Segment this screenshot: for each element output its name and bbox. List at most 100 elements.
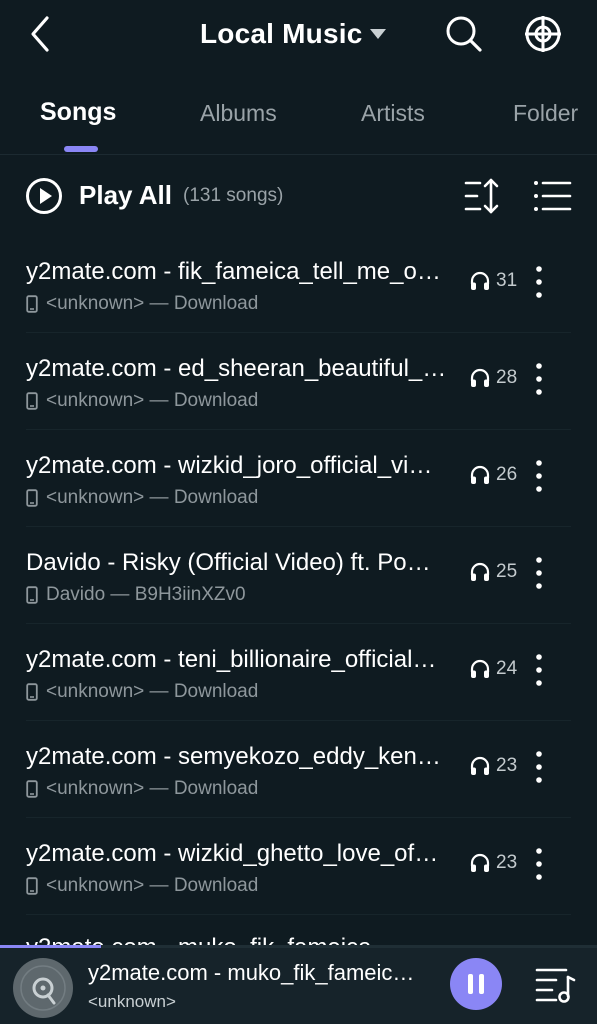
more-vertical-icon[interactable]	[526, 359, 552, 399]
song-row[interactable]: y2mate.com - ed_sheeran_beautiful_… <unk…	[0, 333, 597, 430]
song-row[interactable]: y2mate.com - fik_fameica_tell_me_o… <unk…	[0, 236, 597, 333]
play-circle-icon[interactable]	[24, 176, 64, 216]
back-button[interactable]	[18, 10, 62, 58]
phone-icon	[26, 780, 38, 798]
headphones-icon	[470, 465, 490, 484]
page-title: Local Music	[200, 18, 363, 49]
now-playing-artist: <unknown>	[88, 992, 176, 1011]
chevron-left-icon	[31, 16, 49, 52]
tab-albums[interactable]: Albums	[200, 100, 277, 127]
play-count: 23	[469, 852, 517, 874]
tab-songs[interactable]: Songs	[40, 98, 116, 127]
play-count-value: 31	[496, 270, 518, 291]
local-music-screen: Local Music Songs Albums Artists Folder	[0, 0, 597, 1024]
more-vertical-icon[interactable]	[526, 747, 552, 787]
radar-button[interactable]	[519, 12, 567, 56]
more-vertical-icon[interactable]	[526, 553, 552, 593]
song-artist: <unknown>	[46, 487, 145, 508]
phone-icon	[26, 295, 38, 313]
headphones-icon	[470, 853, 490, 872]
now-playing-title: y2mate.com - muko_fik_fameic…	[88, 960, 415, 985]
song-album: Download	[173, 875, 259, 896]
song-title: y2mate.com - fik_fameica_tell_me_o…	[26, 258, 441, 285]
queue-music-icon[interactable]	[534, 963, 576, 1005]
title-dropdown[interactable]: Local Music	[200, 12, 387, 56]
radar-icon	[525, 16, 561, 52]
headphones-icon	[470, 756, 490, 775]
song-subtitle: Davido — B9H3iinXZv0	[26, 584, 246, 606]
play-count-value: 23	[496, 852, 518, 873]
song-subtitle: <unknown> — Download	[26, 293, 258, 315]
list-select-icon[interactable]	[530, 174, 574, 218]
more-vertical-icon[interactable]	[526, 650, 552, 690]
top-bar: Local Music	[0, 0, 597, 72]
play-all-button[interactable]: Play All	[79, 180, 172, 211]
phone-icon	[26, 683, 38, 701]
play-count: 26	[469, 464, 517, 486]
pause-button[interactable]	[450, 958, 502, 1010]
tab-folder[interactable]: Folder	[513, 100, 578, 127]
song-title: y2mate.com - teni_billionaire_official…	[26, 646, 437, 673]
active-tab-indicator	[64, 146, 98, 152]
play-count: 31	[469, 270, 517, 292]
song-list: y2mate.com - fik_fameica_tell_me_o… <unk…	[0, 236, 597, 915]
song-album: Download	[173, 390, 259, 411]
sort-icon[interactable]	[460, 174, 504, 218]
disc-icon[interactable]	[12, 957, 74, 1019]
play-count: 23	[469, 755, 517, 777]
song-album: Download	[173, 681, 259, 702]
song-row[interactable]: y2mate.com - wizkid_joro_official_vi… <u…	[0, 430, 597, 527]
headphones-icon	[470, 659, 490, 678]
song-subtitle: <unknown> — Download	[26, 390, 258, 412]
more-vertical-icon[interactable]	[526, 844, 552, 884]
song-row[interactable]: y2mate.com - teni_billionaire_official… …	[0, 624, 597, 721]
song-artist: <unknown>	[46, 681, 145, 702]
song-subtitle: <unknown> — Download	[26, 875, 258, 897]
phone-icon	[26, 586, 38, 604]
more-vertical-icon[interactable]	[526, 262, 552, 302]
headphones-icon	[470, 562, 490, 581]
play-all-row: Play All (131 songs)	[0, 164, 597, 228]
caret-down-icon	[370, 29, 387, 39]
play-count-value: 26	[496, 464, 518, 485]
song-title: y2mate.com - wizkid_joro_official_vi…	[26, 452, 433, 479]
song-artist: <unknown>	[46, 390, 145, 411]
tab-artists[interactable]: Artists	[361, 100, 425, 127]
headphones-icon	[470, 271, 490, 290]
song-album: Download	[173, 293, 259, 314]
song-row[interactable]: y2mate.com - semyekozo_eddy_ken… <unknow…	[0, 721, 597, 818]
song-subtitle: <unknown> — Download	[26, 681, 258, 703]
play-count: 24	[469, 658, 517, 680]
play-count-value: 25	[496, 561, 518, 582]
search-icon	[446, 16, 482, 52]
song-album: B9H3iinXZv0	[134, 584, 246, 605]
song-artist: <unknown>	[46, 293, 145, 314]
song-title: Davido - Risky (Official Video) ft. Po…	[26, 549, 431, 576]
headphones-icon	[470, 368, 490, 387]
song-artist: Davido	[46, 584, 106, 605]
song-title: y2mate.com - wizkid_ghetto_love_of…	[26, 840, 439, 867]
playback-progress-track	[0, 945, 597, 948]
song-title: y2mate.com - ed_sheeran_beautiful_…	[26, 355, 447, 382]
play-count-value: 24	[496, 658, 518, 679]
song-artist: <unknown>	[46, 778, 145, 799]
pause-icon	[468, 974, 484, 994]
song-album: Download	[173, 778, 259, 799]
song-count: (131 songs)	[183, 185, 284, 206]
more-vertical-icon[interactable]	[526, 456, 552, 496]
song-title: y2mate.com - semyekozo_eddy_ken…	[26, 743, 441, 770]
play-count: 25	[469, 561, 517, 583]
song-subtitle: <unknown> — Download	[26, 778, 258, 800]
song-artist: <unknown>	[46, 875, 145, 896]
play-count: 28	[469, 367, 517, 389]
search-button[interactable]	[440, 12, 488, 56]
song-row[interactable]: Davido - Risky (Official Video) ft. Po… …	[0, 527, 597, 624]
song-subtitle: <unknown> — Download	[26, 487, 258, 509]
now-playing-bar[interactable]: y2mate.com - muko_fik_fameic… <unknown>	[0, 945, 597, 1024]
song-album: Download	[173, 487, 259, 508]
play-count-value: 28	[496, 367, 518, 388]
playback-progress-fill	[0, 945, 102, 948]
phone-icon	[26, 877, 38, 895]
song-row[interactable]: y2mate.com - wizkid_ghetto_love_of… <unk…	[0, 818, 597, 915]
phone-icon	[26, 392, 38, 410]
